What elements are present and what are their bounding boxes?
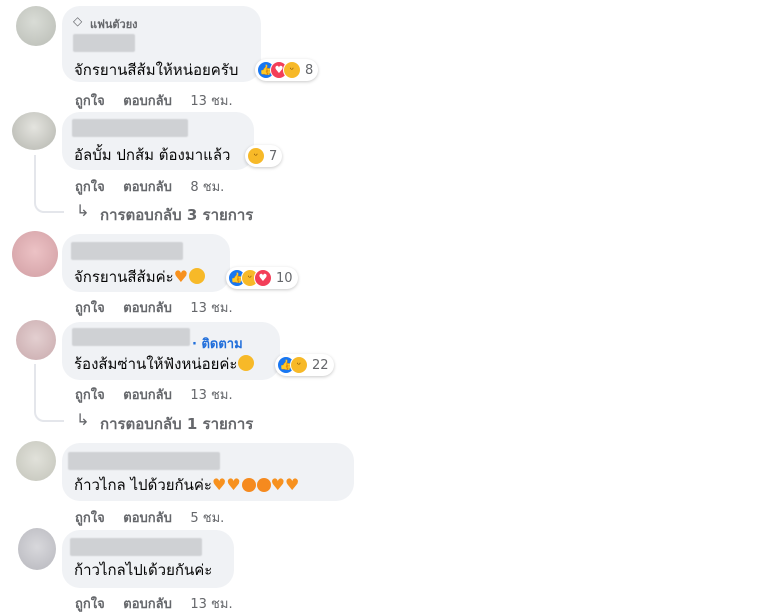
like-button[interactable]: ถูกใจ [75,94,105,109]
avatar[interactable] [18,528,56,570]
reaction-count: 7 [269,148,278,164]
haha-reaction-icon: ᵕ [290,356,308,374]
reply-button[interactable]: ตอบกลับ [123,511,172,526]
comment-actions: ถูกใจ ตอบกลับ 13 ชม. [75,297,247,318]
haha-reaction-icon: ᵕ [247,147,265,165]
top-fan-badge: แฟนตัวยง [90,18,138,31]
orange-fruit-icon [256,478,271,492]
like-button[interactable]: ถูกใจ [75,180,105,195]
view-replies-link[interactable]: การตอบกลับ 1 รายการ [100,412,253,436]
reply-button[interactable]: ตอบกลับ [123,180,172,195]
reply-button[interactable]: ตอบกลับ [123,597,172,612]
reaction-summary[interactable]: 👍 ᵕ 22 [275,354,334,376]
comment-actions: ถูกใจ ตอบกลับ 5 ชม. [75,507,238,528]
haha-reaction-icon: ᵕ [283,61,301,79]
orange-fruit-icon [241,478,256,492]
timestamp[interactable]: 13 ชม. [190,301,232,316]
reaction-summary[interactable]: 👍 ᵕ ♥ 10 [226,267,298,289]
comment-text: จักรยานสีส้มให้หน่อยครับ [74,61,239,79]
commenter-name[interactable] [71,242,183,260]
orange-heart-icon: ♥ [226,475,241,494]
reaction-summary[interactable]: ᵕ 7 [245,145,283,167]
reply-arrow-icon: ↳ [76,410,90,429]
orange-heart-icon: ♥ [211,475,227,494]
reply-button[interactable]: ตอบกลับ [123,388,172,403]
commenter-name[interactable] [73,34,135,52]
reply-button[interactable]: ตอบกลับ [123,301,172,316]
avatar[interactable] [16,6,56,46]
comment-actions: ถูกใจ ตอบกลับ 13 ชม. [75,593,247,614]
commenter-name[interactable] [72,119,188,137]
comment-text: จักรยานสีส้มค่ะ♥ [74,267,206,287]
reply-button[interactable]: ตอบกลับ [123,94,172,109]
top-fan-icon: ◇ [73,14,83,28]
love-reaction-icon: ♥ [254,269,272,287]
reaction-count: 22 [312,357,329,373]
comment-text: ก้าวไกล ไปด้วยกันค่ะ♥♥ ♥♥ [74,475,300,494]
commenter-name[interactable] [72,328,190,346]
comment-actions: ถูกใจ ตอบกลับ 13 ชม. [75,384,247,405]
thread-line [34,364,64,422]
like-button[interactable]: ถูกใจ [75,301,105,316]
reaction-summary[interactable]: 👍 ♥ ᵕ 8 [255,59,319,81]
orange-heart-icon: ♥ [173,267,189,286]
commenter-name[interactable] [68,452,220,470]
timestamp[interactable]: 13 ชม. [190,94,232,109]
laughing-face-icon [189,268,206,284]
orange-heart-icon: ♥ [285,475,300,494]
reply-arrow-icon: ↳ [76,201,90,220]
avatar[interactable] [12,112,56,150]
comment-text: อัลบั้ม ปกส้ม ต้องมาแล้ว [74,146,231,164]
commenter-name[interactable] [70,538,202,556]
avatar[interactable] [16,320,56,360]
timestamp[interactable]: 5 ชม. [190,511,224,526]
like-button[interactable]: ถูกใจ [75,511,105,526]
timestamp[interactable]: 8 ชม. [190,180,224,195]
comment-actions: ถูกใจ ตอบกลับ 8 ชม. [75,176,238,197]
thread-line [34,155,64,213]
orange-heart-icon: ♥ [270,475,285,494]
like-button[interactable]: ถูกใจ [75,388,105,403]
heart-eyes-face-icon [238,355,255,371]
like-button[interactable]: ถูกใจ [75,597,105,612]
reaction-count: 8 [305,62,314,78]
comment-text: ก้าวไกลไปเด้วยกันค่ะ [74,561,213,579]
reaction-count: 10 [276,270,293,286]
timestamp[interactable]: 13 ชม. [190,388,232,403]
follow-button[interactable]: · ติดตาม [192,333,243,354]
comment-actions: ถูกใจ ตอบกลับ 13 ชม. [75,90,247,111]
avatar[interactable] [16,441,56,481]
timestamp[interactable]: 13 ชม. [190,597,232,612]
avatar[interactable] [12,231,58,277]
view-replies-link[interactable]: การตอบกลับ 3 รายการ [100,203,253,227]
comment-text: ร้องส้มซ่านให้ฟังหน่อยค่ะ [74,354,255,374]
